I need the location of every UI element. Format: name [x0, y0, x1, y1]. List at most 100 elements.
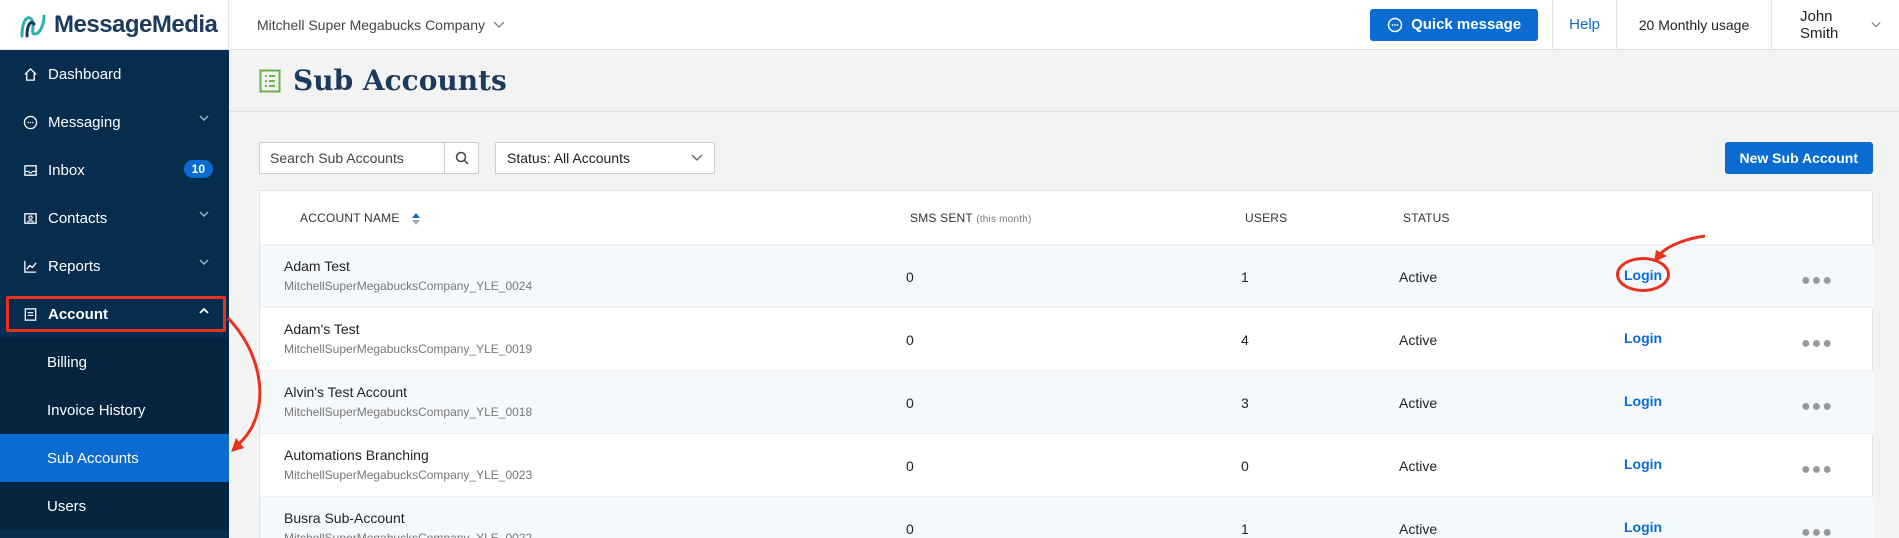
logo[interactable]: MessageMedia	[0, 0, 229, 50]
search-icon	[455, 151, 469, 165]
account-id: MitchellSuperMegabucksCompany_YLE_0023	[284, 468, 533, 482]
sidebar-item-label: Invoice History	[47, 401, 146, 419]
quick-message-label: Quick message	[1411, 16, 1522, 33]
column-header-account-name[interactable]: ACCOUNT NAME	[300, 211, 421, 226]
chevron-down-icon	[493, 20, 505, 28]
toolbar: Status: All Accounts New Sub Account	[259, 142, 1873, 174]
users-value: 3	[1241, 395, 1249, 411]
column-header-users: USERS	[1245, 211, 1288, 225]
company-selector[interactable]: Mitchell Super Megabucks Company	[229, 17, 1370, 33]
sidebar-item-label: Inbox	[48, 161, 85, 179]
more-options-icon[interactable]: ●●●	[1801, 335, 1833, 353]
sms-sent-value: 0	[906, 395, 914, 411]
sidebar-item-billing[interactable]: Billing	[0, 338, 229, 386]
company-name: Mitchell Super Megabucks Company	[257, 16, 485, 33]
more-options-icon[interactable]: ●●●	[1801, 272, 1833, 290]
column-header-status: STATUS	[1403, 211, 1450, 225]
account-name: Automations Branching	[284, 447, 429, 463]
table-header: ACCOUNT NAME SMS SENT (this month) USERS…	[260, 191, 1872, 244]
column-header-sms-sent: SMS SENT (this month)	[910, 211, 1032, 225]
users-value: 1	[1241, 269, 1249, 285]
account-name: Busra Sub-Account	[284, 510, 405, 526]
users-value: 0	[1241, 458, 1249, 474]
contacts-icon	[22, 210, 38, 226]
status-value: Active	[1399, 395, 1438, 411]
inbox-icon	[22, 162, 38, 178]
monthly-usage[interactable]: 20 Monthly usage	[1616, 0, 1771, 50]
sidebar-item-label: Messaging	[48, 113, 121, 131]
table-row: Adam Test MitchellSuperMegabucksCompany_…	[260, 244, 1874, 308]
table-row: Busra Sub-Account MitchellSuperMegabucks…	[260, 496, 1874, 538]
chevron-down-icon	[1871, 21, 1881, 28]
new-sub-account-button[interactable]: New Sub Account	[1724, 142, 1873, 174]
chevron-down-icon	[199, 211, 209, 218]
users-value: 4	[1241, 332, 1249, 348]
chevron-down-icon	[199, 115, 209, 122]
sidebar-item-contacts[interactable]: Contacts	[0, 194, 229, 242]
logo-icon	[20, 14, 46, 37]
table-row: Alvin's Test Account MitchellSuperMegabu…	[260, 370, 1874, 434]
more-options-icon[interactable]: ●●●	[1801, 398, 1833, 416]
login-link[interactable]: Login	[1624, 519, 1662, 535]
sub-accounts-table: ACCOUNT NAME SMS SENT (this month) USERS…	[259, 190, 1874, 538]
login-link[interactable]: Login	[1624, 393, 1662, 409]
list-icon	[259, 69, 281, 92]
sidebar-item-account[interactable]: Account	[0, 290, 229, 338]
more-options-icon[interactable]: ●●●	[1801, 524, 1833, 538]
more-options-icon[interactable]: ●●●	[1801, 461, 1833, 479]
status-value: Active	[1399, 269, 1438, 285]
account-name: Adam Test	[284, 258, 350, 274]
table-row: Adam's Test MitchellSuperMegabucksCompan…	[260, 307, 1872, 370]
sidebar-item-users[interactable]: Users	[0, 482, 229, 530]
status-value: Active	[1399, 332, 1438, 348]
account-id: MitchellSuperMegabucksCompany_YLE_0024	[284, 279, 533, 293]
user-menu[interactable]: John Smith	[1771, 0, 1899, 50]
sidebar-item-label: Billing	[47, 353, 88, 371]
users-value: 1	[1241, 521, 1249, 537]
quick-message-button[interactable]: Quick message	[1370, 8, 1539, 41]
status-value: Active	[1399, 458, 1438, 474]
help-link[interactable]: Help	[1552, 0, 1616, 50]
chevron-up-icon	[199, 307, 209, 314]
sidebar-item-dashboard[interactable]: Dashboard	[0, 50, 229, 98]
sidebar: Dashboard Messaging Inbox 10 Contacts Re…	[0, 50, 229, 538]
account-id: MitchellSuperMegabucksCompany_YLE_0019	[284, 342, 533, 356]
status-filter-select[interactable]: Status: All Accounts	[495, 142, 715, 174]
login-link[interactable]: Login	[1624, 330, 1662, 346]
sms-sent-value: 0	[906, 269, 914, 285]
page-header: Sub Accounts	[229, 50, 1899, 112]
chevron-down-icon	[199, 259, 209, 266]
account-name: Alvin's Test Account	[284, 384, 408, 400]
sidebar-item-label: Dashboard	[48, 65, 122, 83]
logo-text: MessageMedia	[54, 10, 218, 38]
home-icon	[22, 66, 38, 82]
inbox-count-badge: 10	[183, 160, 213, 178]
sidebar-item-sub-accounts[interactable]: Sub Accounts	[0, 434, 229, 482]
sidebar-item-label: Reports	[48, 257, 101, 275]
account-id: MitchellSuperMegabucksCompany_YLE_0022	[284, 531, 533, 538]
sidebar-item-reports[interactable]: Reports	[0, 242, 229, 290]
table-row: Automations Branching MitchellSuperMegab…	[260, 433, 1872, 496]
sort-icon	[412, 212, 421, 225]
chevron-down-icon	[691, 154, 703, 161]
chat-icon	[1387, 17, 1403, 32]
status-value: Active	[1399, 521, 1438, 537]
user-name: John Smith	[1800, 7, 1839, 42]
sidebar-item-messaging[interactable]: Messaging	[0, 98, 229, 146]
annotation-highlight-circle	[1616, 257, 1670, 292]
chart-icon	[22, 258, 38, 274]
search-box	[259, 142, 479, 174]
status-filter-value: Status: All Accounts	[507, 150, 630, 166]
sidebar-item-label: Sub Accounts	[47, 449, 139, 467]
sidebar-item-inbox[interactable]: Inbox 10	[0, 146, 229, 194]
sidebar-item-label: Users	[47, 497, 87, 515]
sms-sent-value: 0	[906, 458, 914, 474]
top-bar: MessageMedia Mitchell Super Megabucks Co…	[0, 0, 1899, 50]
login-link[interactable]: Login	[1624, 456, 1662, 472]
sidebar-item-invoice-history[interactable]: Invoice History	[0, 386, 229, 434]
account-icon	[22, 306, 38, 322]
sms-sent-value: 0	[906, 332, 914, 348]
chat-icon	[22, 114, 38, 130]
search-input[interactable]	[260, 143, 444, 173]
search-button[interactable]	[444, 143, 478, 173]
